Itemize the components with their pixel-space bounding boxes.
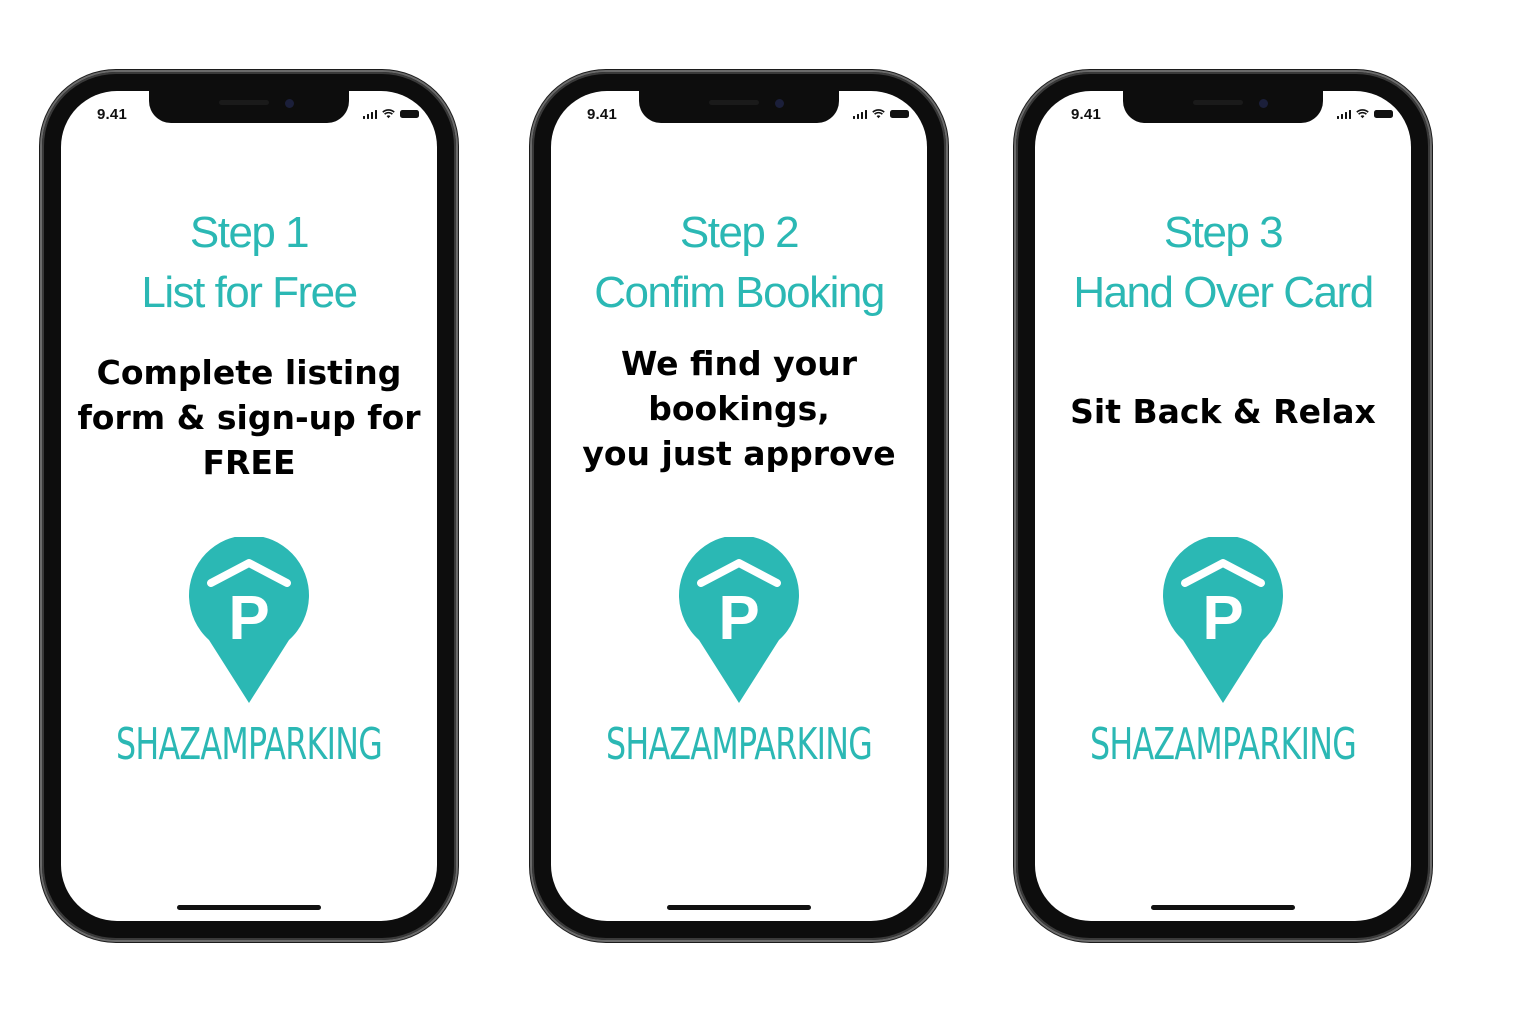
wifi-icon [872, 109, 885, 119]
brand-wordmark: SHAZAMPARKING [1089, 719, 1357, 770]
phone-notch [639, 91, 839, 123]
home-indicator[interactable] [667, 905, 811, 910]
description-line: Sit Back & Relax [1070, 392, 1376, 431]
step-number: Step 2 [679, 208, 800, 257]
front-camera-icon [1259, 99, 1268, 108]
description-line: form & sign-up for [77, 398, 421, 437]
step-title: Confim Booking [594, 268, 885, 317]
parking-pin-icon: P [679, 537, 799, 703]
description-line: FREE [202, 443, 296, 482]
brand-wordmark: SHAZAMPARKING [605, 719, 873, 770]
step-description: Sit Back & Relax [1035, 389, 1411, 434]
logo-letter: P [228, 584, 269, 653]
phone-notch [1123, 91, 1323, 123]
description-line: Complete listing [96, 353, 402, 392]
parking-pin-icon: P [189, 537, 309, 703]
phone-mockup-step-1: 9.41 Step 1 List for Free Complete listi… [42, 72, 456, 940]
phone-notch [149, 91, 349, 123]
status-bar-icons [362, 108, 419, 120]
onboarding-steps-canvas: 9.41 Step 1 List for Free Complete listi… [0, 0, 1536, 1024]
speaker-grille [1193, 100, 1243, 105]
step-heading: Step 3 Hand Over Card [1035, 203, 1411, 323]
wifi-icon [382, 109, 395, 119]
step-title: Hand Over Card [1073, 268, 1374, 317]
speaker-grille [709, 100, 759, 105]
step-heading: Step 1 List for Free [61, 203, 437, 323]
status-bar-icons [1336, 108, 1393, 120]
status-bar-icons [852, 108, 909, 120]
battery-icon [400, 110, 419, 118]
phone-mockup-step-3: 9.41 Step 3 Hand Over Card Sit Back & Re… [1016, 72, 1430, 940]
home-indicator[interactable] [177, 905, 321, 910]
front-camera-icon [285, 99, 294, 108]
phone-screen: 9.41 Step 3 Hand Over Card Sit Back & Re… [1035, 91, 1411, 921]
step-heading: Step 2 Confim Booking [551, 203, 927, 323]
speaker-grille [219, 100, 269, 105]
step-number: Step 1 [189, 208, 310, 257]
front-camera-icon [775, 99, 784, 108]
signal-icon [362, 109, 377, 119]
status-bar-time: 9.41 [1071, 106, 1101, 123]
logo-letter: P [1202, 584, 1243, 653]
parking-pin-icon: P [1163, 537, 1283, 703]
step-number: Step 3 [1163, 208, 1284, 257]
phone-mockup-step-2: 9.41 Step 2 Confim Booking We find your … [532, 72, 946, 940]
brand-wordmark: SHAZAMPARKING [115, 719, 383, 770]
home-indicator[interactable] [1151, 905, 1295, 910]
phone-screen: 9.41 Step 1 List for Free Complete listi… [61, 91, 437, 921]
step-title: List for Free [141, 268, 358, 317]
description-line: bookings, [648, 389, 830, 428]
description-line: you just approve [582, 434, 896, 473]
signal-icon [852, 109, 867, 119]
description-line: We find your [620, 344, 858, 383]
status-bar-time: 9.41 [587, 106, 617, 123]
phone-screen: 9.41 Step 2 Confim Booking We find your … [551, 91, 927, 921]
wifi-icon [1356, 109, 1369, 119]
battery-icon [890, 110, 909, 118]
signal-icon [1336, 109, 1351, 119]
logo-letter: P [718, 584, 759, 653]
step-description: Complete listing form & sign-up for FREE [61, 350, 437, 485]
step-description: We find your bookings, you just approve [551, 341, 927, 476]
status-bar-time: 9.41 [97, 106, 127, 123]
battery-icon [1374, 110, 1393, 118]
